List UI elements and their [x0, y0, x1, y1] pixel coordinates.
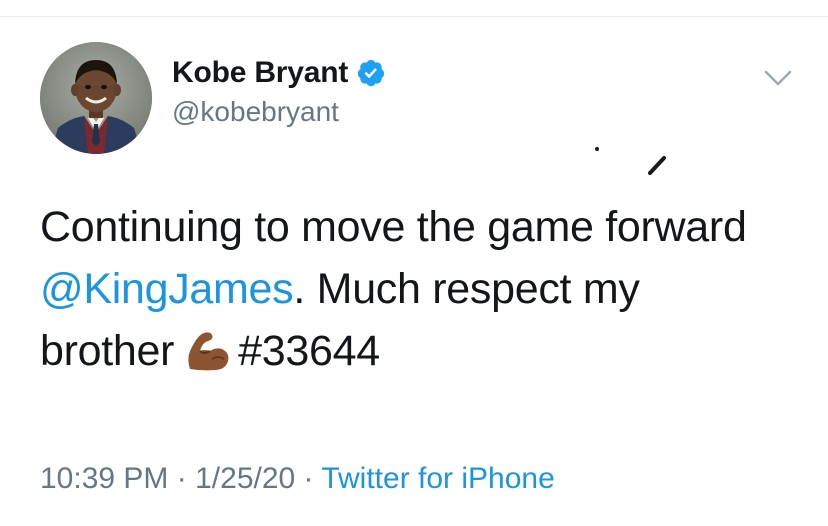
- display-name[interactable]: Kobe Bryant: [172, 56, 348, 90]
- tweet-text-line1: Continuing to move the game forward: [40, 203, 747, 251]
- meta-separator: ·: [303, 462, 314, 495]
- tweet-text-line3: brother: [40, 327, 175, 375]
- mention-link[interactable]: @KingJames: [40, 265, 294, 313]
- avatar[interactable]: [40, 42, 152, 154]
- tweet-metadata: 10:39 PM · 1/25/20 · Twitter for iPhone: [40, 462, 555, 496]
- top-divider: [0, 16, 828, 17]
- tweet-source-link[interactable]: Twitter for iPhone: [321, 462, 554, 495]
- flexed-biceps-icon: [184, 328, 232, 372]
- tweet-text-line2: . Much respect my: [293, 265, 640, 313]
- user-name-row[interactable]: Kobe Bryant: [172, 56, 386, 90]
- tweet-time[interactable]: 10:39 PM: [40, 462, 168, 495]
- stray-mark-dot: [595, 147, 599, 151]
- hashtag-link[interactable]: #33644: [238, 327, 380, 375]
- tweet-date[interactable]: 1/25/20: [195, 462, 295, 495]
- verified-badge-icon: [356, 58, 386, 88]
- avatar-image: [40, 42, 152, 154]
- chevron-down-icon[interactable]: [762, 66, 794, 90]
- stray-mark-stroke: [648, 156, 666, 175]
- meta-separator: ·: [176, 462, 187, 495]
- user-handle[interactable]: @kobebryant: [172, 96, 339, 128]
- tweet-text: Continuing to move the game forward @Kin…: [40, 196, 800, 382]
